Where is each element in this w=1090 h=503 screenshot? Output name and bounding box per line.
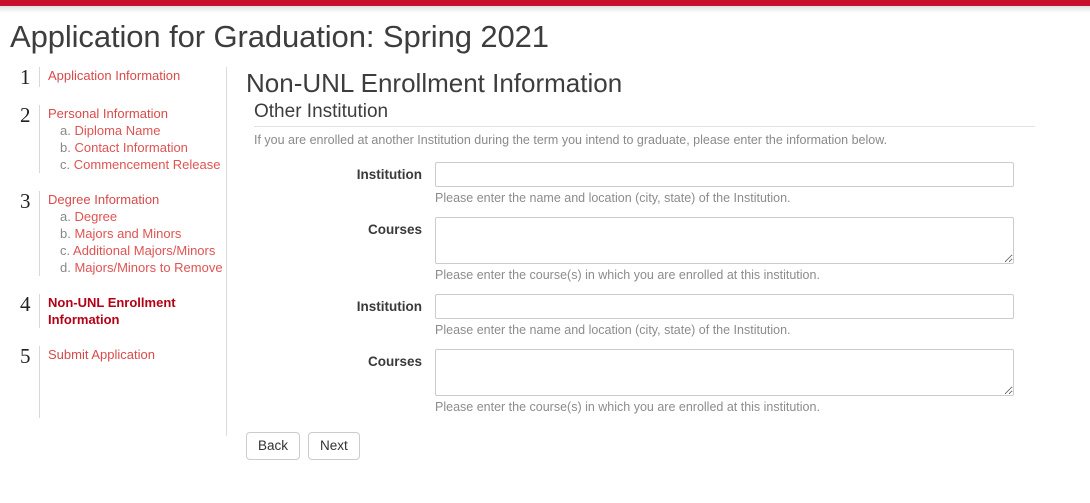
institution-label-2: Institution — [356, 299, 422, 314]
courses-textarea-2[interactable] — [435, 349, 1014, 396]
sidebar-subitem-additional-majors-minors[interactable]: Additional Majors/Minors — [73, 243, 215, 258]
field-control: Please enter the name and location (city… — [435, 162, 1090, 206]
sub-marker: b. — [60, 226, 71, 241]
form-button-bar: Back Next — [246, 432, 1090, 460]
sub-marker: a. — [60, 209, 71, 224]
sub-marker: c. — [60, 243, 71, 258]
page-heading: Non-UNL Enrollment Information — [246, 68, 623, 98]
sub-marker: a. — [60, 123, 71, 138]
sidebar-item-personal-information[interactable]: Personal Information — [48, 105, 226, 122]
field-row: Institution Please enter the name and lo… — [246, 162, 1090, 206]
step-body: Non-UNL Enrollment Information — [39, 294, 226, 328]
sidebar-sublist: a. Diploma Name b. Contact Information c… — [48, 122, 226, 173]
sidebar-item-application-information[interactable]: Application Information — [48, 67, 226, 84]
list-item[interactable]: d. Majors/Minors to Remove — [60, 259, 226, 276]
sidebar-item-degree-information[interactable]: Degree Information — [48, 191, 226, 208]
field-row: Courses Please enter the course(s) in wh… — [246, 217, 1090, 283]
list-item[interactable]: a. Diploma Name — [60, 122, 226, 139]
sidebar-step-4[interactable]: 4 Non-UNL Enrollment Information — [20, 294, 226, 328]
step-number: 4 — [20, 292, 31, 316]
institution-input-1[interactable] — [435, 162, 1014, 187]
sidebar-item-non-unl-enrollment-information[interactable]: Non-UNL Enrollment Information — [48, 294, 178, 328]
sidebar-step-2[interactable]: 2 Personal Information a. Diploma Name b… — [20, 105, 226, 173]
sidebar-subitem-degree[interactable]: Degree — [74, 209, 117, 224]
institution-input-2[interactable] — [435, 294, 1014, 319]
institution-help-2: Please enter the name and location (city… — [435, 323, 791, 337]
sidebar-sublist: a. Degree b. Majors and Minors c. Additi… — [48, 208, 226, 276]
sidebar-step-3[interactable]: 3 Degree Information a. Degree b. Majors… — [20, 191, 226, 276]
step-number: 5 — [20, 344, 31, 368]
step-number: 2 — [20, 103, 31, 127]
courses-help-2: Please enter the course(s) in which you … — [435, 400, 820, 414]
list-item[interactable]: c. Additional Majors/Minors — [60, 242, 226, 259]
list-item[interactable]: b. Contact Information — [60, 139, 226, 156]
institution-help-1: Please enter the name and location (city… — [435, 191, 791, 205]
courses-textarea-1[interactable] — [435, 217, 1014, 264]
field-control: Please enter the course(s) in which you … — [435, 217, 1090, 283]
courses-label-1: Courses — [367, 222, 422, 237]
step-number: 3 — [20, 189, 31, 213]
step-body: Degree Information a. Degree b. Majors a… — [39, 191, 226, 276]
sidebar-subitem-diploma-name[interactable]: Diploma Name — [74, 123, 160, 138]
sidebar-subitem-commencement-release[interactable]: Commencement Release — [74, 157, 221, 172]
top-bar-shadow — [0, 6, 1090, 13]
step-number: 1 — [20, 65, 31, 89]
page-layout: 1 Application Information 2 Personal Inf… — [0, 67, 1090, 460]
section-divider — [254, 126, 1035, 127]
section-heading: Other Institution — [254, 101, 389, 122]
step-body: Application Information — [39, 67, 226, 87]
courses-help-1: Please enter the course(s) in which you … — [435, 268, 820, 282]
sidebar-subitem-majors-minors-to-remove[interactable]: Majors/Minors to Remove — [74, 260, 222, 275]
step-navigation-sidebar: 1 Application Information 2 Personal Inf… — [0, 67, 227, 436]
sub-marker: b. — [60, 140, 71, 155]
non-unl-enrollment-form: Institution Please enter the name and lo… — [246, 162, 1090, 460]
sub-marker: c. — [60, 157, 71, 172]
list-item[interactable]: c. Commencement Release — [60, 156, 226, 173]
sidebar-step-1[interactable]: 1 Application Information — [20, 65, 226, 89]
sidebar-item-submit-application[interactable]: Submit Application — [48, 346, 226, 363]
step-body: Submit Application — [39, 346, 226, 418]
back-button[interactable]: Back — [246, 432, 301, 460]
page-title: Application for Graduation: Spring 2021 — [10, 19, 549, 54]
sidebar-subitem-majors-and-minors[interactable]: Majors and Minors — [74, 226, 181, 241]
institution-label-1: Institution — [356, 167, 422, 182]
list-item[interactable]: b. Majors and Minors — [60, 225, 226, 242]
field-row: Institution Please enter the name and lo… — [246, 294, 1090, 338]
main-content: Non-UNL Enrollment Information Other Ins… — [227, 67, 1090, 460]
field-row: Courses Please enter the course(s) in wh… — [246, 349, 1090, 415]
sidebar-step-5[interactable]: 5 Submit Application — [20, 346, 226, 418]
step-body: Personal Information a. Diploma Name b. … — [39, 105, 226, 173]
courses-label-2: Courses — [367, 354, 422, 369]
list-item[interactable]: a. Degree — [60, 208, 226, 225]
section-description: If you are enrolled at another Instituti… — [254, 133, 888, 147]
sub-marker: d. — [60, 260, 71, 275]
field-control: Please enter the course(s) in which you … — [435, 349, 1090, 415]
field-control: Please enter the name and location (city… — [435, 294, 1090, 338]
next-button[interactable]: Next — [308, 432, 360, 460]
sidebar-subitem-contact-information[interactable]: Contact Information — [74, 140, 187, 155]
